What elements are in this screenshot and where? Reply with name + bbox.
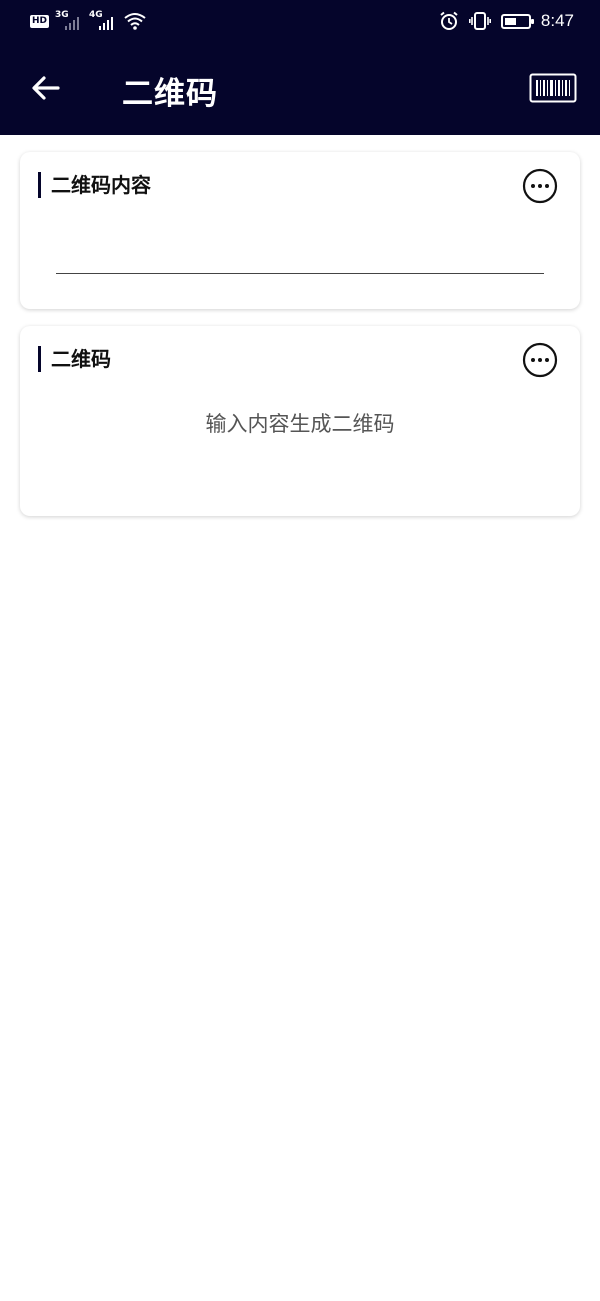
status-bar: HD 3G 4G 8:47 xyxy=(0,0,600,42)
qr-more-button[interactable] xyxy=(522,342,558,378)
battery-icon xyxy=(500,13,534,29)
more-horizontal-icon xyxy=(522,168,558,204)
vibrate-icon xyxy=(468,12,491,30)
page-title: 二维码 xyxy=(122,76,218,112)
hd-badge: HD xyxy=(30,15,50,28)
status-bar-right: 8:47 xyxy=(439,8,574,34)
back-button[interactable] xyxy=(28,70,64,106)
signal-bars-icon xyxy=(65,17,80,30)
status-bar-left: HD 3G 4G xyxy=(30,10,147,32)
qr-code-title: 二维码 xyxy=(38,346,111,372)
signal-bars-icon xyxy=(99,17,114,30)
signal-4g: 4G xyxy=(89,10,117,32)
content-more-button[interactable] xyxy=(522,168,558,204)
qr-content-input[interactable] xyxy=(56,234,544,274)
barcode-scan-button[interactable] xyxy=(529,73,577,103)
more-horizontal-icon xyxy=(522,342,558,378)
qr-content-title: 二维码内容 xyxy=(38,172,151,198)
wifi-icon xyxy=(124,13,146,30)
signal-3g: 3G xyxy=(55,10,83,32)
qr-content-card: 二维码内容 xyxy=(20,152,580,309)
qr-code-card: 二维码 输入内容生成二维码 xyxy=(20,326,580,516)
arrow-left-icon xyxy=(32,76,60,100)
barcode-icon xyxy=(529,73,577,103)
app-bar: 二维码 xyxy=(0,42,600,135)
status-time: 8:47 xyxy=(540,11,574,30)
alarm-icon xyxy=(440,11,458,30)
qr-placeholder-hint: 输入内容生成二维码 xyxy=(205,412,395,436)
